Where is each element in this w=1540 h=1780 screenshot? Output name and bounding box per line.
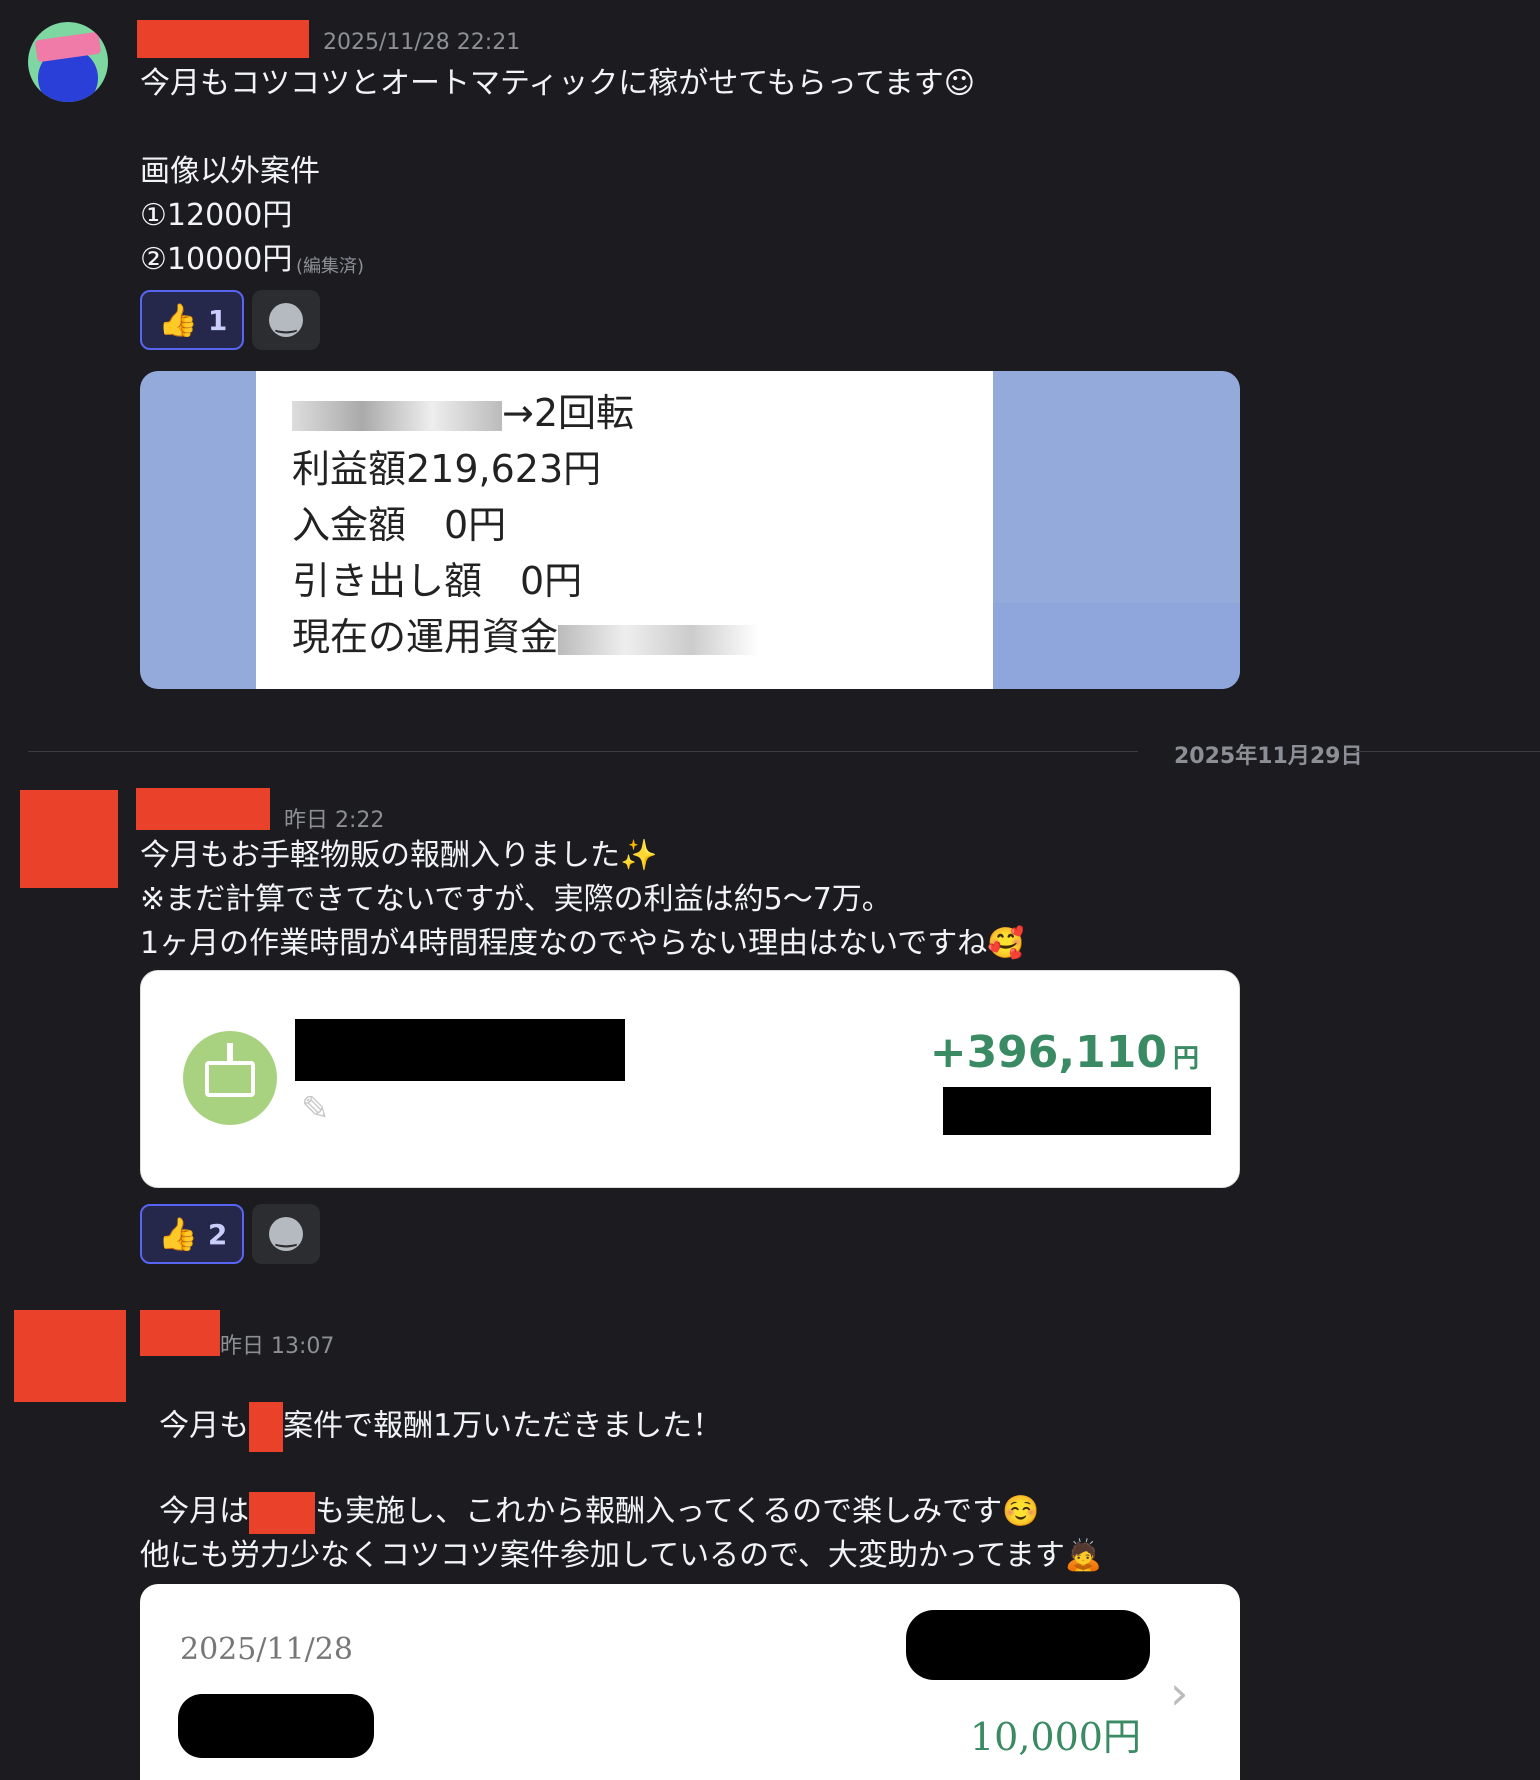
message-timestamp: 2025/11/28 22:21 <box>323 30 521 55</box>
redacted-text <box>178 1694 374 1758</box>
message-text: 1ヶ月の作業時間が4時間程度なのでやらない理由はないですね🥰 <box>140 926 1025 961</box>
image-line: 入金額 0円 <box>292 503 507 547</box>
thumbs-up-icon: 👍 <box>158 301 198 339</box>
redacted-text <box>906 1610 1150 1680</box>
redacted-username <box>136 788 270 830</box>
message-text: 今月もお手軽物販の報酬入りました✨ <box>140 838 658 873</box>
redacted-text <box>943 1087 1211 1135</box>
text-segment: 今月も <box>159 1408 250 1444</box>
avatar[interactable] <box>14 1310 126 1402</box>
date-divider-line <box>1354 751 1540 752</box>
avatar[interactable] <box>28 22 108 102</box>
edited-label: (編集済) <box>296 256 365 277</box>
amount: +396,110 <box>929 1027 1167 1078</box>
add-reaction-button[interactable]: ‿ <box>252 1204 320 1264</box>
image-line: 引き出し額 0円 <box>292 559 583 603</box>
message-text: 今月は も実施し、これから報酬入ってくるので楽しみです☺️ <box>140 1446 1039 1534</box>
message-text: 他にも労力少なくコツコツ案件参加しているので、大変助かってます🙇 <box>140 1538 1103 1573</box>
chevron-right-icon[interactable]: › <box>1170 1666 1188 1720</box>
card-date: 2025/11/28 <box>180 1632 353 1667</box>
redacted-username <box>140 1310 220 1356</box>
image-line: →2回転 <box>502 391 635 435</box>
blurred-text <box>558 624 759 655</box>
blurred-text <box>292 400 502 431</box>
reaction-thumbs-up[interactable]: 👍 1 <box>140 290 244 350</box>
message-timestamp: 昨日 2:22 <box>284 808 385 833</box>
image-line: 現在の運用資金 <box>292 615 559 659</box>
receive-card-icon <box>183 1031 277 1125</box>
reaction-count: 1 <box>207 303 228 337</box>
message-text: ②10000円 <box>140 242 293 277</box>
image-attachment[interactable]: →2回転 利益額219,623円 入金額 0円 引き出し額 0円 現在の運用資金 <box>140 371 1240 689</box>
text-segment: 今月は <box>159 1494 250 1529</box>
reward-card[interactable]: 2025/11/28 10,000円 › <box>140 1584 1240 1780</box>
message-timestamp: 昨日 13:07 <box>220 1334 335 1359</box>
date-divider: 2025年11月29日 <box>1174 744 1363 769</box>
reaction-thumbs-up[interactable]: 👍 2 <box>140 1204 244 1264</box>
reaction-count: 2 <box>207 1217 228 1251</box>
add-reaction-button[interactable]: ‿ <box>252 290 320 350</box>
redacted-word <box>249 1491 316 1534</box>
avatar[interactable] <box>20 790 118 888</box>
thumbs-up-icon: 👍 <box>158 1215 198 1253</box>
message-text: 今月もコツコツとオートマティックに稼がせてもらってます☺ <box>140 66 975 101</box>
smile-icon: ‿ <box>269 1217 303 1251</box>
message-text: 今月も 案件で報酬1万いただきました！ <box>140 1358 722 1452</box>
text-segment: も実施し、これから報酬入ってくるので楽しみです☺️ <box>315 1494 1040 1529</box>
pencil-icon[interactable]: ✎ <box>301 1089 330 1129</box>
redacted-name <box>295 1019 625 1081</box>
message-text: 画像以外案件 <box>140 154 320 189</box>
text-segment: 案件で報酬1万いただきました！ <box>283 1408 723 1444</box>
redacted-word <box>249 1402 284 1452</box>
smile-icon: ‿ <box>269 303 303 337</box>
payment-card[interactable]: ✎ +396,110 円 <box>140 970 1240 1188</box>
date-divider-line <box>28 751 1138 752</box>
message-text: ※まだ計算できてないですが、実際の利益は約5〜7万。 <box>140 882 892 917</box>
redacted-username <box>137 20 309 58</box>
card-amount: 10,000円 <box>970 1715 1141 1759</box>
message-text: ①12000円 <box>140 198 293 233</box>
image-line: 利益額219,623円 <box>292 447 602 491</box>
currency: 円 <box>1172 1044 1199 1074</box>
